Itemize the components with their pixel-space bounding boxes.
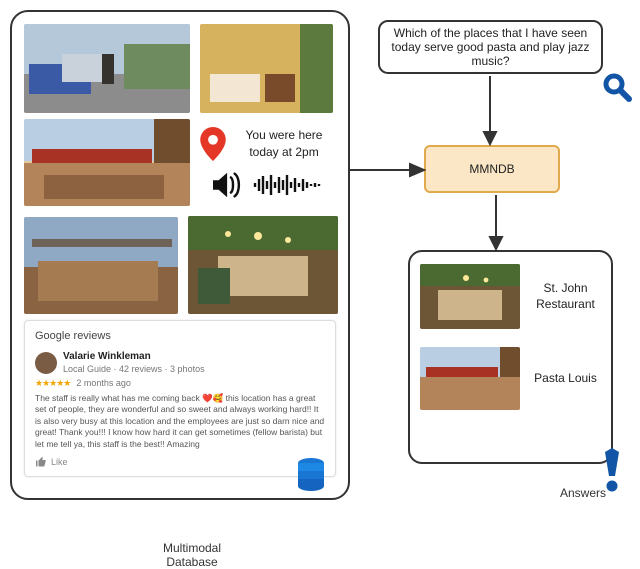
- review-stars: ★★★★★: [35, 377, 70, 389]
- answer-name: St. John Restaurant: [530, 281, 601, 312]
- thumbs-up-icon[interactable]: [35, 456, 47, 468]
- google-reviews-card: Google reviews Valarie Winkleman Local G…: [24, 320, 336, 477]
- waveform-icon: [253, 173, 323, 197]
- database-label: Multimodal Database: [142, 541, 242, 569]
- answer-thumbnail-2: [420, 347, 520, 410]
- processor-label: MMNDB: [469, 162, 514, 176]
- restaurant-photo-thumbnail-1: [24, 119, 190, 206]
- multimodal-database-panel: You were here today at 2pm: [10, 10, 350, 500]
- reviewer-avatar: [35, 352, 57, 374]
- answer-row: St. John Restaurant: [420, 264, 601, 329]
- indoor-restaurant-photo-thumbnail: [188, 216, 338, 314]
- arrow-processor-to-answers: [476, 195, 516, 251]
- location-note: You were here today at 2pm: [232, 127, 336, 159]
- outdoor-dining-photo-thumbnail: [24, 217, 178, 314]
- speaker-icon: [213, 171, 245, 199]
- reviews-header: Google reviews: [35, 329, 325, 344]
- arrow-query-to-processor: [470, 76, 510, 146]
- review-timestamp: 2 months ago: [76, 377, 131, 389]
- location-pin-icon: [200, 127, 226, 161]
- search-icon: [602, 72, 632, 102]
- processor-box: MMNDB: [424, 145, 560, 193]
- answer-name: Pasta Louis: [530, 371, 601, 387]
- answers-label: Answers: [548, 486, 618, 500]
- database-icon: [296, 458, 326, 492]
- reviewer-name: Valarie Winkleman: [63, 350, 205, 364]
- review-body: The staff is really what has me coming b…: [35, 393, 325, 450]
- query-text: Which of the places that I have seen tod…: [390, 26, 591, 68]
- like-label[interactable]: Like: [51, 456, 68, 468]
- courtyard-photo-thumbnail: [200, 24, 333, 113]
- reviewer-badge: Local Guide · 42 reviews · 3 photos: [63, 363, 205, 375]
- street-photo-thumbnail: [24, 24, 190, 113]
- query-box: Which of the places that I have seen tod…: [378, 20, 603, 74]
- answers-box: St. John Restaurant Pasta Louis: [408, 250, 613, 464]
- answer-row: Pasta Louis: [420, 347, 601, 410]
- answer-thumbnail-1: [420, 264, 520, 329]
- arrow-database-to-processor: [350, 160, 426, 180]
